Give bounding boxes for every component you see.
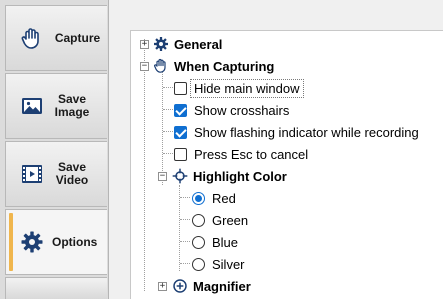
tab-save-video[interactable]: Save Video <box>5 141 107 207</box>
magnifier-icon <box>173 279 187 293</box>
tree-node-label: General <box>174 36 223 52</box>
color-option-label: Green <box>212 212 249 228</box>
tree-line <box>144 39 145 291</box>
sidebar: Capture Save Image Save Video Options <box>0 0 109 299</box>
option-label: Hide main window <box>190 79 304 98</box>
tree-line <box>163 87 173 88</box>
active-tab-indicator <box>9 213 13 271</box>
checkbox-checked[interactable] <box>174 126 187 139</box>
collapse-icon[interactable]: − <box>140 62 149 71</box>
image-icon <box>22 98 42 114</box>
option-label: Show flashing indicator while recording <box>194 124 419 140</box>
option-label: Show crosshairs <box>194 102 290 118</box>
tree-line <box>163 131 173 132</box>
tree-node-label: Highlight Color <box>193 168 287 184</box>
tab-save-image[interactable]: Save Image <box>5 73 107 139</box>
tab-partial <box>5 277 107 299</box>
radio[interactable] <box>192 258 205 271</box>
options-tree: + General − When Capturing Hide main win… <box>130 30 443 299</box>
checkbox[interactable] <box>174 148 187 161</box>
tree-line <box>180 219 190 220</box>
tree-line <box>162 61 163 185</box>
color-option-label: Silver <box>212 256 245 272</box>
tree-node-label: Magnifier <box>193 278 251 294</box>
crosshair-icon <box>172 168 188 184</box>
expand-icon[interactable]: + <box>158 282 167 291</box>
radio-selected[interactable] <box>192 192 205 205</box>
tree-line <box>180 241 190 242</box>
hand-icon <box>21 28 39 49</box>
hand-icon <box>154 58 166 73</box>
tab-capture[interactable]: Capture <box>5 5 107 71</box>
gear-icon <box>21 231 43 253</box>
tab-save-video-label: Save Video <box>55 160 89 187</box>
checkbox[interactable] <box>174 82 187 95</box>
tree-line <box>180 263 190 264</box>
film-icon <box>22 165 42 183</box>
color-option-label: Red <box>212 190 236 206</box>
tab-options[interactable]: Options <box>5 209 107 275</box>
tree-line <box>163 153 173 154</box>
gear-icon <box>154 37 168 51</box>
expand-icon[interactable]: + <box>140 40 149 49</box>
tree-node-label: When Capturing <box>174 58 275 74</box>
color-option-label: Blue <box>212 234 239 250</box>
tab-save-image-label: Save Image <box>54 92 90 119</box>
tab-options-label: Options <box>52 234 98 249</box>
option-label: Press Esc to cancel <box>194 146 309 162</box>
collapse-icon[interactable]: − <box>158 172 167 181</box>
tree-line <box>180 197 190 198</box>
tree-line <box>163 109 173 110</box>
tab-capture-label: Capture <box>54 30 101 45</box>
checkbox-checked[interactable] <box>174 104 187 117</box>
radio[interactable] <box>192 236 205 249</box>
radio[interactable] <box>192 214 205 227</box>
